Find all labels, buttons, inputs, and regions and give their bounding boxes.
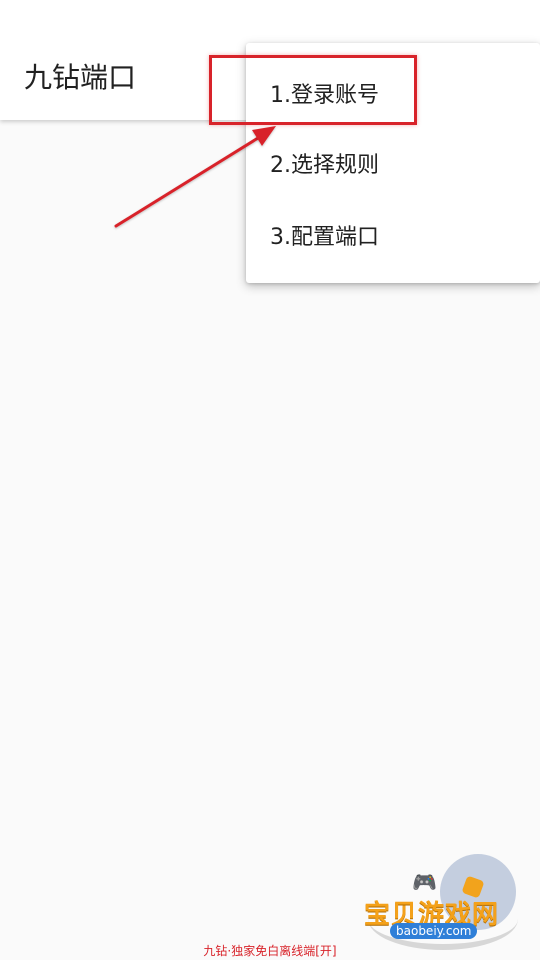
menu-item-configure-port[interactable]: 3.配置端口 — [246, 199, 540, 271]
footer-caption: 九钻·独家免白离线端[开] — [203, 944, 337, 958]
gamepad-icon: 🎮 — [412, 870, 437, 894]
site-watermark-logo: 🎮 宝贝游戏网 baobeiy.com — [360, 848, 530, 950]
menu-item-select-rules[interactable]: 2.选择规则 — [246, 127, 540, 199]
annotation-highlight-box — [209, 55, 417, 125]
watermark-url: baobeiy.com — [390, 923, 478, 939]
app-title: 九钻端口 — [24, 61, 137, 94]
